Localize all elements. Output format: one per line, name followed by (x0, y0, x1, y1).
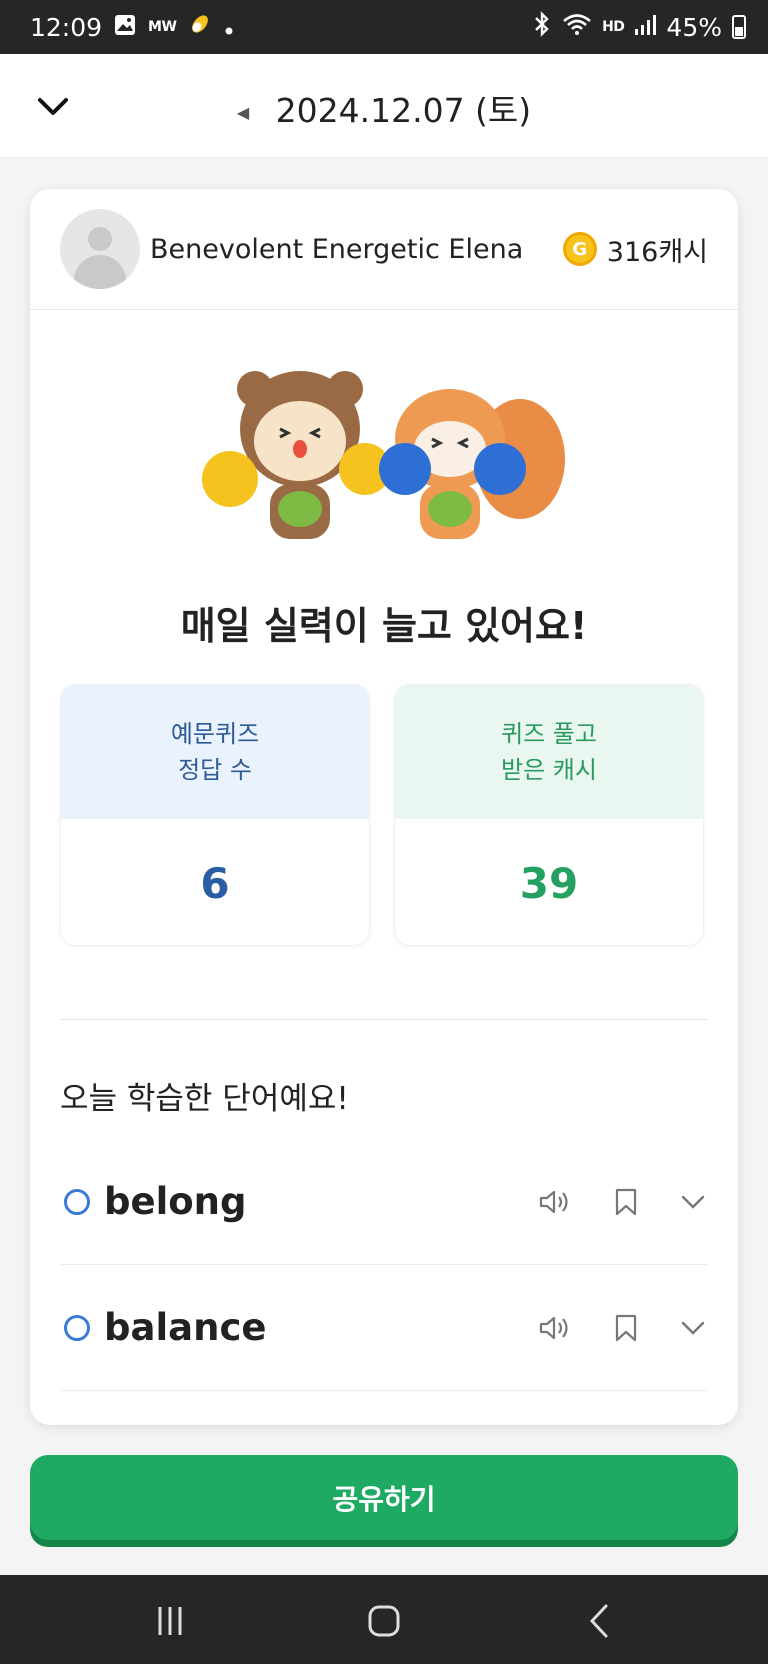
stat-value: 6 (200, 858, 230, 908)
app-icon (188, 12, 212, 42)
monkey-mascot (202, 371, 391, 539)
battery-icon (732, 15, 746, 39)
carrier-badge: MW (148, 19, 177, 35)
dot-icon (224, 13, 234, 42)
bookmark-icon[interactable] (614, 1188, 638, 1216)
wifi-icon (562, 12, 592, 42)
date-label: 2024.12.07 (토) (275, 91, 532, 130)
stat-label: 퀴즈 풀고 받은 캐시 (395, 685, 703, 819)
signal-icon (634, 13, 657, 42)
avatar (60, 209, 140, 289)
stat-cash-earned: 퀴즈 풀고 받은 캐시 39 (394, 684, 704, 946)
correct-circle-icon (64, 1188, 90, 1215)
back-icon[interactable] (580, 1601, 620, 1641)
profile-row: Benevolent Energetic Elena G 316캐시 (30, 189, 738, 310)
chevron-down-icon[interactable] (680, 1315, 706, 1341)
caret-left-icon[interactable]: ◀ (237, 103, 249, 122)
section-title: 오늘 학습한 단어예요! (60, 1081, 349, 1117)
bluetooth-icon (532, 11, 552, 43)
status-bar: 12:09 MW HD 45% (0, 0, 768, 54)
speaker-icon[interactable] (538, 1188, 572, 1216)
squirrel-mascot (379, 389, 565, 539)
status-time: 12:09 (30, 12, 103, 42)
hd-voice-icon: HD (602, 19, 625, 35)
stat-value: 39 (519, 858, 579, 908)
speaker-icon[interactable] (538, 1314, 572, 1342)
stat-label: 예문퀴즈 정답 수 (61, 685, 369, 819)
recent-apps-icon[interactable] (150, 1601, 190, 1641)
coin-icon: G (562, 232, 597, 266)
header: ◀ 2024.12.07 (토) (0, 54, 768, 158)
mascot-illustration (202, 371, 565, 539)
username: Benevolent Energetic Elena (150, 233, 524, 265)
word-item[interactable]: belong (60, 1139, 708, 1265)
chevron-down-icon[interactable] (680, 1189, 706, 1215)
stat-quiz-correct: 예문퀴즈 정답 수 6 (60, 684, 370, 946)
headline: 매일 실력이 늘고 있어요! (180, 604, 588, 648)
navigation-bar (0, 1575, 768, 1664)
word-text: balance (104, 1306, 267, 1349)
divider (60, 1019, 708, 1020)
battery-percent: 45% (666, 12, 722, 42)
word-item[interactable]: balance (60, 1265, 708, 1391)
cash-amount: 316캐시 (606, 236, 708, 268)
gallery-icon (114, 13, 136, 42)
correct-circle-icon (64, 1314, 90, 1341)
bookmark-icon[interactable] (614, 1314, 638, 1342)
word-text: belong (104, 1180, 247, 1223)
cash-balance: G 316캐시 (562, 230, 708, 269)
share-button[interactable]: 공유하기 (30, 1455, 738, 1540)
date-navigator: ◀ 2024.12.07 (토) (0, 84, 768, 132)
home-icon[interactable] (364, 1601, 404, 1641)
daily-report-card: Benevolent Energetic Elena G 316캐시 매일 실력… (30, 189, 738, 1425)
